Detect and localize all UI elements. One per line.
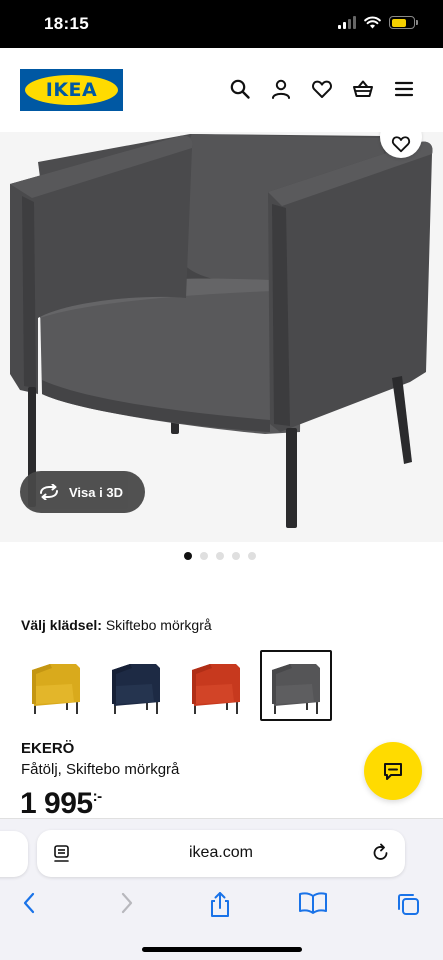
armchair-thumbnail	[192, 663, 240, 714]
view-in-3d-button[interactable]: Visa i 3D	[20, 471, 145, 513]
armchair-thumbnail	[112, 663, 160, 714]
menu-icon[interactable]	[393, 78, 415, 100]
browser-toolbar	[0, 887, 443, 923]
battery-level	[391, 18, 407, 27]
upholstery-selector-label: Välj klädsel: Skiftebo mörkgrå	[21, 617, 212, 633]
upholstery-value: Skiftebo mörkgrå	[105, 617, 212, 633]
header-nav	[229, 78, 415, 100]
site-header: IKEA	[0, 48, 443, 132]
back-icon[interactable]	[20, 891, 40, 915]
swatch-yellow[interactable]	[20, 650, 92, 721]
carousel-dot[interactable]	[215, 552, 224, 560]
price-value: 1 995	[20, 787, 93, 820]
product-price: 1 995:-	[20, 787, 102, 821]
product-image-gallery[interactable]: Visa i 3D	[0, 132, 443, 542]
cellular-signal-icon	[338, 16, 356, 29]
carousel-dots	[0, 552, 441, 560]
logo-oval: IKEA	[25, 75, 118, 105]
search-icon[interactable]	[229, 78, 251, 100]
product-description: Fåtölj, Skiftebo mörkgrå	[21, 761, 180, 778]
swatch-dark-blue[interactable]	[100, 650, 172, 721]
status-icons	[338, 16, 418, 29]
upholstery-swatches	[20, 650, 332, 721]
chat-icon	[384, 763, 402, 780]
swatch-dark-grey[interactable]	[260, 650, 332, 721]
view-in-3d-label: Visa i 3D	[69, 484, 123, 500]
chat-button[interactable]	[364, 742, 422, 800]
carousel-dot[interactable]	[199, 552, 208, 560]
price-suffix: :-	[92, 788, 103, 805]
carousel-dot[interactable]	[247, 552, 256, 560]
reload-icon[interactable]	[371, 842, 391, 864]
browser-chrome: ikea.com	[0, 818, 443, 960]
status-time: 18:15	[44, 14, 89, 33]
bookmarks-icon[interactable]	[298, 891, 328, 915]
tabs-icon[interactable]	[395, 891, 421, 917]
armchair-thumbnail	[272, 663, 320, 714]
address-bar[interactable]: ikea.com	[37, 830, 405, 877]
swatch-red[interactable]	[180, 650, 252, 721]
battery-icon	[389, 16, 418, 29]
basket-icon[interactable]	[352, 78, 374, 100]
home-indicator	[142, 947, 302, 952]
ikea-logo[interactable]: IKEA	[20, 69, 123, 111]
armchair-thumbnail	[32, 663, 80, 714]
status-bar: 18:15	[0, 0, 443, 48]
rotate-3d-icon	[40, 484, 58, 500]
logo-text: IKEA	[45, 79, 98, 101]
share-icon[interactable]	[207, 891, 233, 919]
carousel-dot[interactable]	[183, 552, 192, 560]
forward-icon[interactable]	[116, 891, 136, 915]
carousel-dot[interactable]	[231, 552, 240, 560]
upholstery-label: Välj klädsel:	[21, 617, 102, 633]
product-name: EKERÖ	[21, 740, 75, 757]
user-icon[interactable]	[270, 78, 292, 100]
address-url: ikea.com	[188, 844, 254, 861]
heart-icon[interactable]	[311, 78, 333, 100]
wifi-icon	[364, 16, 381, 29]
heart-icon	[391, 136, 411, 153]
previous-tab[interactable]	[0, 831, 28, 877]
